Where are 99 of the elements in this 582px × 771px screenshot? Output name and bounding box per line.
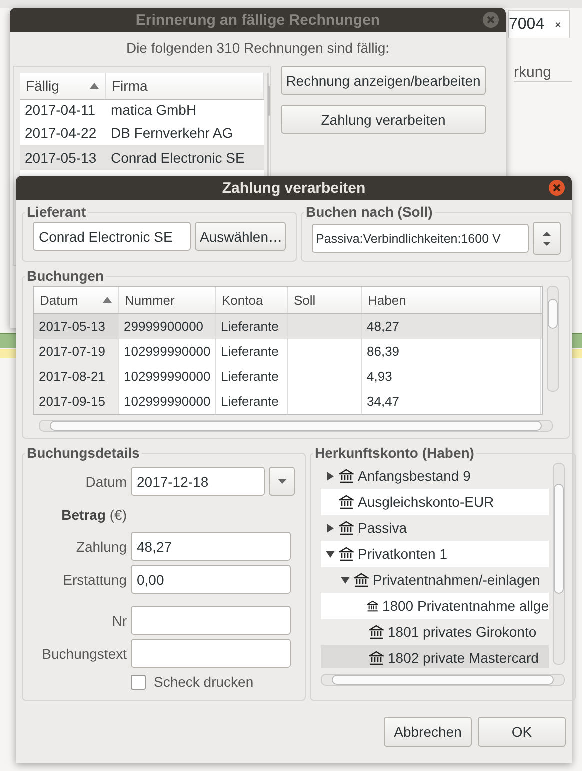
dialog-button[interactable]: OK xyxy=(478,717,566,747)
checkbox-label: Scheck drucken xyxy=(154,674,254,690)
tree-item[interactable]: Privatentnahmen/-einlagen xyxy=(321,567,549,593)
checkbox[interactable] xyxy=(131,674,146,690)
account-name: Privatkonten 1 xyxy=(358,546,448,562)
close-icon[interactable] xyxy=(548,179,566,197)
dialog-button[interactable]: Zahlung verarbeiten xyxy=(281,105,486,134)
tree-item[interactable]: Anfangsbestand 9 xyxy=(321,463,549,489)
invoice-row[interactable]: 2017-05-13 Conrad Electronic SE xyxy=(20,145,264,170)
field-label: Betrag (€) xyxy=(60,507,127,523)
table-cell: 2017-05-13 xyxy=(39,319,106,334)
table-cell: 2017-08-21 xyxy=(39,369,106,384)
table-cell-text: DB Fernverkehr AG xyxy=(110,124,234,140)
account-name: Passiva xyxy=(358,520,408,536)
posting-row[interactable]: 2017-09-15 102999990000 Lieferante 34,47 xyxy=(34,389,542,414)
frame-label: Buchen nach (Soll) xyxy=(305,204,434,220)
table-cell: Lieferante xyxy=(221,344,279,359)
horizontal-scrollbar[interactable] xyxy=(39,420,553,432)
date-dropdown-button[interactable] xyxy=(269,467,295,496)
frame-label: Lieferant xyxy=(26,204,88,220)
table-cell: 48,27 xyxy=(367,319,400,334)
bank-icon xyxy=(369,624,384,640)
frame-label: rkung xyxy=(514,64,572,82)
posting-row[interactable]: 2017-08-21 102999990000 Lieferante 4,93 xyxy=(34,364,542,389)
account-name: 1801 privates Girokonto xyxy=(388,624,537,640)
document-tab[interactable]: 7004 xyxy=(508,10,570,38)
message-text: Die folgenden 310 Rechnungen sind fällig: xyxy=(125,39,391,58)
table-cell-text: Conrad Electronic SE xyxy=(110,150,246,166)
table-cell: 102999990000 xyxy=(124,394,211,409)
table-cell: 86,39 xyxy=(367,344,400,359)
table-cell: Lieferante xyxy=(221,369,279,384)
posting-row[interactable]: 2017-05-13 29999900000 Lieferante 48,27 xyxy=(34,314,542,339)
account-field[interactable]: Passiva:Verbindlichkeiten:1600 V xyxy=(312,224,529,253)
field-label: Datum xyxy=(84,474,127,490)
table-cell: 4,93 xyxy=(367,369,392,384)
table-cell: 2017-07-19 xyxy=(39,344,106,359)
field-label: Buchungstext xyxy=(41,646,127,662)
window-title: Erinnerung an fällige Rechnungen xyxy=(136,12,380,28)
table-cell: 29999900000 xyxy=(124,319,204,334)
column-header[interactable]: Fällig xyxy=(20,73,106,99)
spin-button[interactable] xyxy=(533,222,561,255)
expander-icon[interactable] xyxy=(340,576,350,584)
tab-label: 7004 xyxy=(509,16,545,34)
column-header[interactable]: Soll xyxy=(288,287,362,313)
refund-field[interactable]: 0,00 xyxy=(131,565,291,594)
window-title: Zahlung verarbeiten xyxy=(222,180,366,196)
number-field[interactable] xyxy=(131,606,291,635)
frame-label: Buchungsdetails xyxy=(26,445,141,461)
frame-label: Buchungen xyxy=(26,268,105,284)
bank-icon xyxy=(339,494,354,510)
account-name: 1800 Privatentnahme allge xyxy=(382,598,549,614)
bank-icon xyxy=(369,650,384,666)
tree-item[interactable]: Passiva xyxy=(321,515,549,541)
table-cell: 34,47 xyxy=(367,394,400,409)
account-name: Privatentnahmen/-einlagen xyxy=(373,572,540,588)
field-label: Erstattung xyxy=(62,572,127,588)
table-cell: 102999990000 xyxy=(124,344,211,359)
supplier-field[interactable]: Conrad Electronic SE xyxy=(33,222,191,251)
column-header[interactable]: Firma xyxy=(106,73,264,99)
sort-ascending-icon xyxy=(103,297,112,303)
table-cell: Lieferante xyxy=(221,319,279,334)
tree-item[interactable]: 1801 privates Girokonto xyxy=(321,619,549,645)
bank-icon xyxy=(366,598,378,614)
expander-icon[interactable] xyxy=(326,524,334,532)
account-name: 1802 private Mastercard xyxy=(388,650,539,666)
up-down-icon xyxy=(543,232,551,246)
column-header[interactable]: Nummer xyxy=(119,287,216,313)
table-cell-text: 2017-04-22 xyxy=(24,124,98,140)
account-name: Anfangsbestand 9 xyxy=(358,468,471,484)
bank-icon xyxy=(339,468,354,484)
payment-field[interactable]: 48,27 xyxy=(131,532,291,561)
bank-icon xyxy=(339,520,354,536)
column-header[interactable]: Haben xyxy=(362,287,541,313)
table-cell-text: 2017-04-11 xyxy=(24,102,97,118)
column-header[interactable]: Datum xyxy=(34,287,119,313)
sort-ascending-icon xyxy=(90,83,99,89)
horizontal-scrollbar[interactable] xyxy=(321,674,565,686)
select-button[interactable]: Auswählen… xyxy=(195,222,286,251)
bank-icon xyxy=(339,546,354,562)
bank-icon xyxy=(354,572,369,588)
expander-icon[interactable] xyxy=(326,472,334,480)
table-cell: 102999990000 xyxy=(124,369,211,384)
posting-row[interactable]: 2017-07-19 102999990000 Lieferante 86,39 xyxy=(34,339,542,364)
account-name: Ausgleichskonto-EUR xyxy=(358,494,494,510)
column-header[interactable]: Kontoa xyxy=(216,287,288,313)
dialog-button[interactable]: Abbrechen xyxy=(384,717,472,747)
caret-icon xyxy=(278,479,286,484)
table-cell: 2017-09-15 xyxy=(39,394,106,409)
dialog-button[interactable]: Rechnung anzeigen/bearbeiten xyxy=(281,66,486,95)
frame-label: Herkunftskonto (Haben) xyxy=(314,445,476,461)
field-label: Zahlung xyxy=(75,538,127,554)
posting-text-field[interactable] xyxy=(131,639,291,668)
table-cell: Lieferante xyxy=(221,394,279,409)
expander-icon[interactable] xyxy=(326,550,334,558)
tree-item[interactable]: 1802 private Mastercard xyxy=(321,645,549,668)
table-cell-text: matica GmbH xyxy=(110,102,198,118)
field-label: Nr xyxy=(111,612,127,628)
table-cell-text: 2017-05-13 xyxy=(24,150,98,166)
date-field[interactable]: 2017-12-18 xyxy=(131,467,265,496)
